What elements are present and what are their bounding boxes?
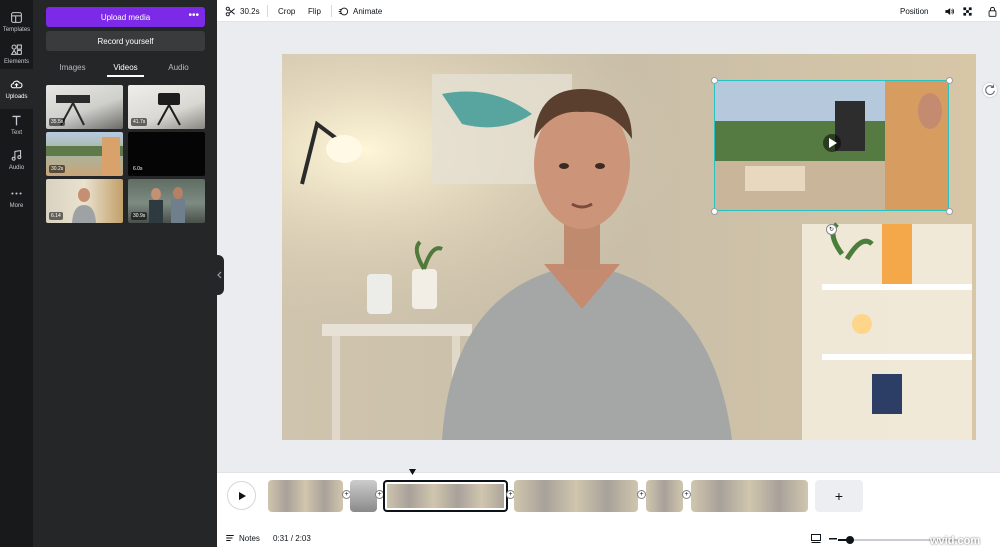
- rail-label: More: [9, 203, 24, 209]
- flip-label: Flip: [308, 6, 321, 16]
- zoom-slider-knob[interactable]: [846, 536, 854, 544]
- chevron-left-icon: [217, 271, 222, 279]
- transparency-button[interactable]: [962, 0, 973, 22]
- resize-handle[interactable]: [946, 77, 953, 84]
- text-icon: [12, 115, 21, 126]
- media-tabs: Images Videos Audio: [46, 58, 205, 77]
- video-duration: 41.7s: [131, 118, 148, 126]
- crop-label: Crop: [278, 6, 296, 16]
- video-duration: 6.14: [49, 212, 63, 220]
- timeline-clip[interactable]: [350, 480, 377, 512]
- rail-item-elements[interactable]: Elements: [0, 34, 33, 74]
- add-transition-button[interactable]: +: [682, 490, 691, 499]
- music-note-icon: [11, 150, 22, 161]
- playback-time: 0:31 / 2:03: [273, 534, 311, 543]
- record-yourself-button[interactable]: Record yourself: [46, 31, 205, 51]
- watermark: wvid.com: [930, 535, 981, 547]
- playhead-marker[interactable]: [409, 469, 416, 475]
- grid-view-icon[interactable]: [811, 534, 821, 543]
- tab-audio[interactable]: Audio: [152, 58, 205, 76]
- upload-media-button[interactable]: Upload media •••: [46, 7, 205, 27]
- video-thumbnail[interactable]: 35.5s: [46, 85, 123, 129]
- checkerboard-icon: [963, 6, 972, 16]
- video-thumbnail[interactable]: 6.14: [46, 179, 123, 223]
- video-duration: 30.9s: [131, 212, 148, 220]
- crop-button[interactable]: Crop: [278, 0, 295, 22]
- video-thumbnail[interactable]: 6.0s: [128, 132, 205, 176]
- video-thumbnail[interactable]: 41.7s: [128, 85, 205, 129]
- notes-label: Notes: [239, 533, 260, 543]
- resize-handle[interactable]: [946, 208, 953, 215]
- top-toolbar: 30.2s Crop Flip Animate Position: [217, 0, 1000, 22]
- upload-options-button[interactable]: •••: [188, 10, 199, 21]
- add-transition-button[interactable]: +: [637, 490, 646, 499]
- rail-item-more[interactable]: More: [0, 178, 33, 218]
- speaker-icon: [945, 7, 955, 15]
- notes-button[interactable]: Notes: [225, 533, 260, 543]
- video-duration: 30.2s: [49, 165, 66, 173]
- add-clip-button[interactable]: +: [815, 480, 863, 512]
- animate-label: Animate: [353, 6, 383, 16]
- flip-button[interactable]: Flip: [308, 0, 321, 22]
- upload-media-label: Upload media: [100, 12, 151, 22]
- lock-icon: [988, 6, 997, 17]
- zoom-out-icon[interactable]: [829, 538, 837, 540]
- rail-item-text[interactable]: Text: [0, 105, 33, 145]
- position-label: Position: [900, 6, 929, 16]
- play-button[interactable]: [227, 481, 256, 510]
- timeline-clip[interactable]: [646, 480, 683, 512]
- cloud-upload-icon: [10, 80, 23, 89]
- rail-label: Audio: [8, 165, 25, 171]
- notes-icon: [226, 535, 234, 541]
- elements-icon: [10, 44, 22, 55]
- rail-label: Templates: [2, 27, 31, 33]
- clip-duration: 30.2s: [240, 6, 260, 16]
- scissors-icon: [225, 6, 235, 16]
- video-thumbnail[interactable]: 30.2s: [46, 132, 123, 176]
- rotate-glyph: ↻: [828, 227, 835, 233]
- more-dots-icon: [11, 192, 22, 195]
- overlay-video-frame: [715, 81, 948, 210]
- rail-item-uploads[interactable]: Uploads: [0, 69, 33, 109]
- timeline-clip[interactable]: [514, 480, 638, 512]
- templates-icon: [11, 12, 22, 23]
- record-yourself-label: Record yourself: [97, 36, 154, 46]
- animate-icon: [338, 7, 349, 15]
- timeline-clip-selected[interactable]: [383, 480, 508, 512]
- rotate-handle[interactable]: ↻: [826, 224, 837, 235]
- rail-label: Uploads: [5, 94, 28, 100]
- video-duration: 35.5s: [49, 118, 66, 126]
- overlay-video-selected[interactable]: [714, 80, 949, 211]
- resize-handle[interactable]: [711, 208, 718, 215]
- timeline-clip[interactable]: [268, 480, 343, 512]
- refresh-icon: [985, 84, 995, 95]
- position-button[interactable]: Position: [900, 0, 928, 22]
- divider: [331, 5, 332, 17]
- uploads-panel: Upload media ••• Record yourself Images …: [33, 0, 217, 547]
- collapse-panel-handle[interactable]: [216, 255, 224, 295]
- volume-button[interactable]: [944, 0, 955, 22]
- divider: [267, 5, 268, 17]
- video-duration: 6.0s: [131, 165, 145, 173]
- rail-label: Text: [10, 130, 22, 136]
- play-icon: [238, 491, 246, 500]
- refresh-canvas-button[interactable]: [982, 82, 998, 98]
- rail-label: Elements: [3, 59, 29, 65]
- resize-handle[interactable]: [711, 77, 718, 84]
- rail-item-audio[interactable]: Audio: [0, 140, 33, 180]
- tab-videos[interactable]: Videos: [99, 58, 152, 77]
- tab-images[interactable]: Images: [46, 58, 99, 76]
- animate-button[interactable]: Animate: [338, 0, 382, 22]
- lock-button[interactable]: [987, 0, 998, 22]
- timeline-clip[interactable]: [691, 480, 808, 512]
- trim-button[interactable]: 30.2s: [225, 0, 260, 22]
- video-thumbnail[interactable]: 30.9s: [128, 179, 205, 223]
- left-rail: Templates Elements Uploads Text Audio Mo…: [0, 0, 33, 547]
